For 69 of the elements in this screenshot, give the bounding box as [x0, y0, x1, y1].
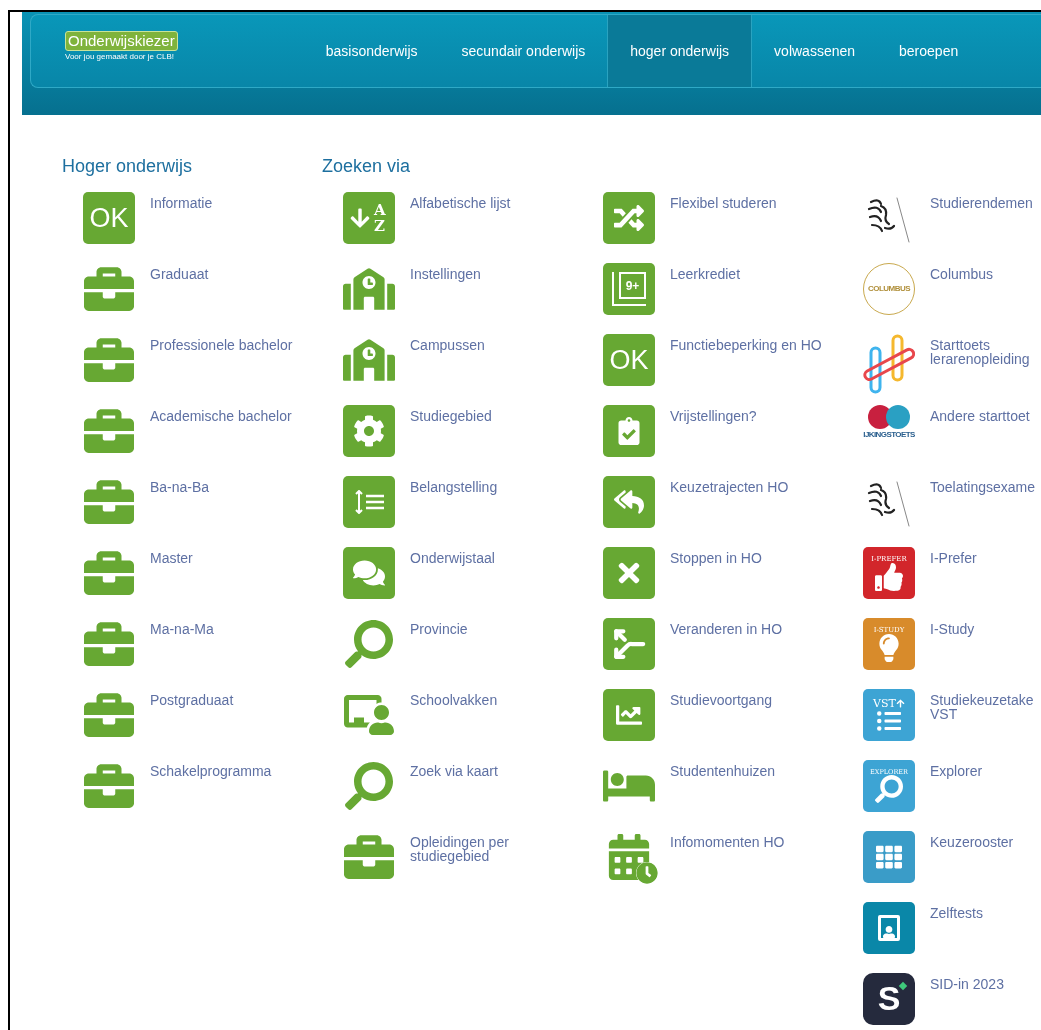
item-link[interactable]: Andere starttoet — [930, 409, 1041, 476]
item-link[interactable]: Studentenhuizen — [670, 764, 842, 831]
item-link[interactable]: Infomomenten HO — [670, 835, 842, 902]
item-link[interactable]: Alfabetische lijst — [410, 196, 582, 263]
item-link[interactable]: I-Study — [930, 622, 1041, 689]
item-link[interactable]: Postgraduaat — [150, 693, 322, 760]
item-link[interactable]: SID-in 2023 — [930, 977, 1041, 1030]
item-link[interactable]: Flexibel studeren — [670, 196, 842, 263]
item-link[interactable]: I-Prefer — [930, 551, 1041, 618]
item-link[interactable]: Opleidingen per studiegebied — [410, 835, 582, 902]
item-link[interactable]: Veranderen in HO — [670, 622, 842, 689]
s-logo-icon: S — [863, 973, 915, 1025]
nav-tab[interactable]: basisonderwijs — [303, 15, 440, 87]
grid-table-icon — [863, 831, 915, 883]
item-link[interactable]: Keuzerooster — [930, 835, 1041, 902]
item-link[interactable]: Leerkrediet — [670, 267, 842, 334]
chat-bubbles-icon — [343, 547, 395, 599]
checklist-icon: VST — [863, 689, 915, 741]
sort-alphabetical-icon: AZ — [343, 192, 395, 244]
item-link[interactable]: Onderwijstaal — [410, 551, 582, 618]
item-link[interactable]: Ma-na-Ma — [150, 622, 322, 689]
shuffle-icon — [603, 192, 655, 244]
item-link[interactable]: Vrijstellingen? — [670, 409, 842, 476]
logo-tagline: Voor jou gemaakt door je CLB! — [65, 52, 174, 62]
gear-icon — [343, 405, 395, 457]
hashtag-logo-icon — [863, 334, 915, 396]
item-link[interactable]: Ba-na-Ba — [150, 480, 322, 547]
item-link[interactable]: Stoppen in HO — [670, 551, 842, 618]
item-link[interactable]: Zoek via kaart — [410, 764, 582, 831]
item-link[interactable]: Studiekeuzetake VST — [930, 693, 1041, 760]
item-link[interactable]: Graduaat — [150, 267, 322, 334]
item-link[interactable]: Zelftests — [930, 906, 1041, 973]
item-link[interactable]: Instellingen — [410, 267, 582, 334]
trend-up-icon — [603, 689, 655, 741]
item-link[interactable]: Toelatingsexame — [930, 480, 1041, 547]
section-heading: Hoger onderwijs — [62, 156, 194, 176]
item-link[interactable]: Studievoortgang — [670, 693, 842, 760]
item-link[interactable]: Starttoets lerarenopleiding — [930, 338, 1041, 405]
item-link[interactable]: Schakelprogramma — [150, 764, 322, 831]
ok-icon: OK — [603, 334, 655, 386]
columbus-logo-icon: COLUMBUS — [863, 263, 915, 315]
item-link[interactable]: Campussen — [410, 338, 582, 405]
item-link[interactable]: Professionele bachelor — [150, 338, 322, 405]
sort-list-icon — [343, 476, 395, 528]
item-link[interactable]: Explorer — [930, 764, 1041, 831]
nav-tab[interactable]: volwassenen — [752, 15, 878, 87]
item-link[interactable]: Provincie — [410, 622, 582, 689]
close-icon — [603, 547, 655, 599]
item-link[interactable]: Schoolvakken — [410, 693, 582, 760]
item-link[interactable]: Functiebeperking en HO — [670, 338, 842, 405]
nav-tab[interactable]: beroepen — [877, 15, 981, 87]
nav-tab[interactable]: hoger onderwijs — [607, 15, 753, 87]
item-link[interactable]: Columbus — [930, 267, 1041, 334]
item-link[interactable]: Studiegebied — [410, 409, 582, 476]
clipboard-check-icon — [603, 405, 655, 457]
item-link[interactable]: Informatie — [150, 196, 322, 263]
section-heading: Zoeken via — [322, 156, 412, 176]
item-link[interactable]: Keuzetrajecten HO — [670, 480, 842, 547]
item-link[interactable]: Academische bachelor — [150, 409, 322, 476]
profile-card-icon — [863, 902, 915, 954]
search-icon — [343, 760, 395, 812]
nav-tab[interactable]: secundair onderwijs — [439, 15, 608, 87]
stacked-cards-icon: 9+ — [603, 263, 655, 315]
item-link[interactable]: Master — [150, 551, 322, 618]
reply-all-icon — [603, 476, 655, 528]
item-link[interactable]: Studierendemen — [930, 196, 1041, 263]
ok-icon: OK — [83, 192, 135, 244]
search-icon — [343, 618, 395, 670]
item-link[interactable]: Belangstelling — [410, 480, 582, 547]
